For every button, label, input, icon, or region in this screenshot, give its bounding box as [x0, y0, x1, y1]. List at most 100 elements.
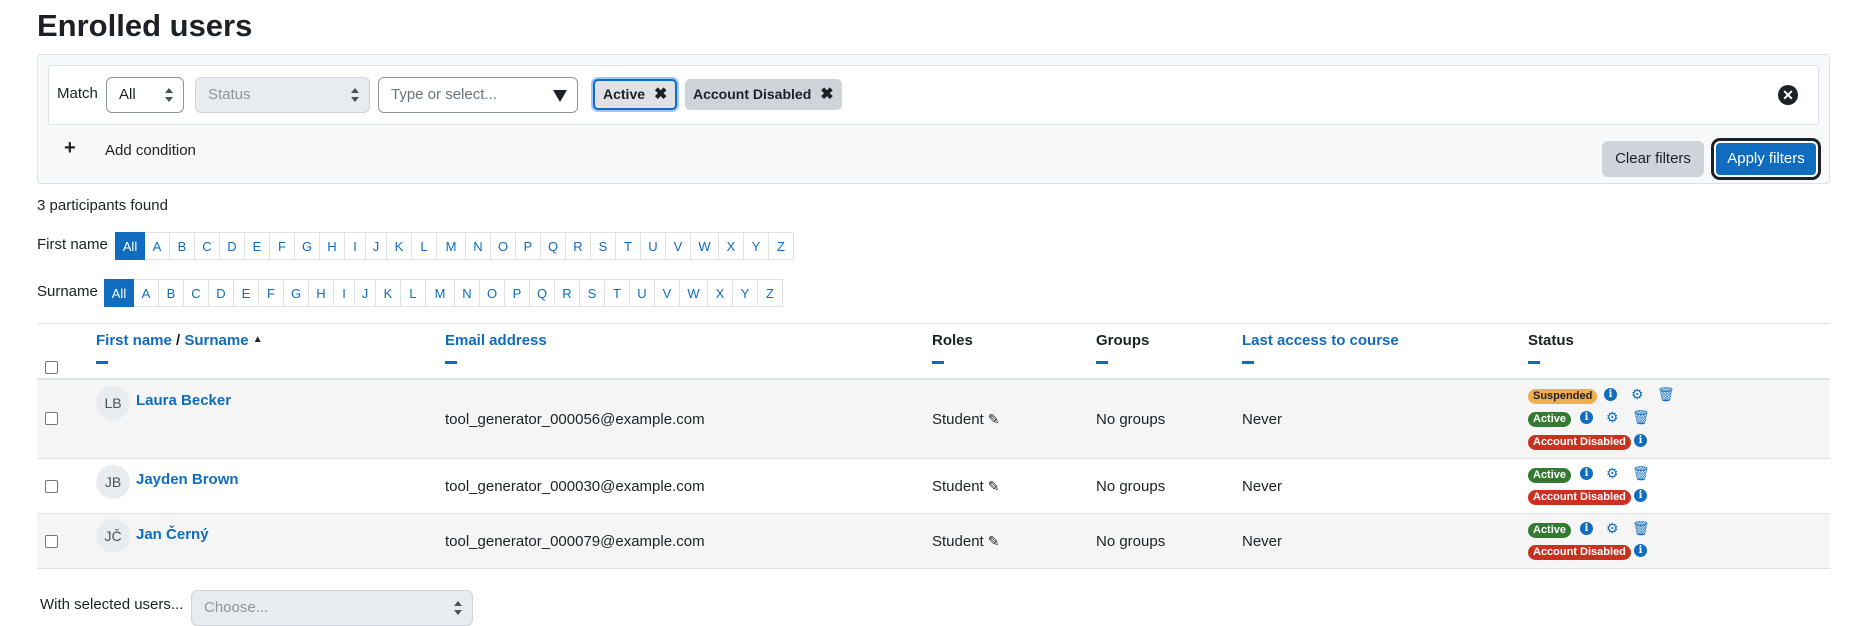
- initial-d[interactable]: D: [209, 279, 234, 307]
- unenrol-trash-icon[interactable]: 🗑: [1632, 466, 1650, 480]
- select-all-checkbox[interactable]: [45, 361, 58, 374]
- edit-roles-icon[interactable]: ✎: [988, 478, 1000, 495]
- edit-roles-icon[interactable]: ✎: [988, 411, 1000, 428]
- initial-d[interactable]: D: [220, 232, 245, 260]
- initial-n[interactable]: N: [466, 232, 491, 260]
- initial-v[interactable]: V: [655, 279, 680, 307]
- initial-f[interactable]: F: [259, 279, 284, 307]
- edit-roles-icon[interactable]: ✎: [988, 533, 1000, 550]
- enrolment-details-icon[interactable]: i: [1634, 489, 1647, 502]
- user-name-link[interactable]: Laura Becker: [136, 392, 231, 409]
- initial-k[interactable]: K: [376, 279, 401, 307]
- collapse-column-icon[interactable]: [1096, 361, 1108, 364]
- initial-k[interactable]: K: [387, 232, 412, 260]
- initial-i[interactable]: I: [345, 232, 366, 260]
- initial-t[interactable]: T: [616, 232, 641, 260]
- initial-o[interactable]: O: [491, 232, 516, 260]
- unenrol-trash-icon[interactable]: 🗑: [1657, 387, 1675, 401]
- collapse-column-icon[interactable]: [96, 361, 108, 364]
- initial-all[interactable]: All: [115, 232, 145, 260]
- match-select[interactable]: All: [106, 77, 184, 113]
- initial-s[interactable]: S: [580, 279, 605, 307]
- initial-g[interactable]: G: [295, 232, 320, 260]
- plus-icon[interactable]: +: [64, 137, 76, 160]
- initial-r[interactable]: R: [566, 232, 591, 260]
- initial-all[interactable]: All: [104, 279, 134, 307]
- initial-x[interactable]: X: [708, 279, 733, 307]
- edit-enrolment-gear-icon[interactable]: ⚙: [1606, 521, 1619, 535]
- apply-filters-button[interactable]: Apply filters: [1714, 141, 1818, 177]
- initial-i[interactable]: I: [334, 279, 355, 307]
- filter-chip-account-disabled[interactable]: Account Disabled ✖: [685, 79, 842, 110]
- sort-first-name[interactable]: First name: [96, 332, 172, 349]
- initial-p[interactable]: P: [505, 279, 530, 307]
- initial-b[interactable]: B: [170, 232, 195, 260]
- initial-m[interactable]: M: [437, 232, 466, 260]
- initial-z[interactable]: Z: [758, 279, 783, 307]
- initial-l[interactable]: L: [412, 232, 437, 260]
- edit-enrolment-gear-icon[interactable]: ⚙: [1606, 410, 1619, 424]
- initial-q[interactable]: Q: [530, 279, 555, 307]
- initial-g[interactable]: G: [284, 279, 309, 307]
- initial-e[interactable]: E: [245, 232, 270, 260]
- initial-c[interactable]: C: [184, 279, 209, 307]
- collapse-column-icon[interactable]: [445, 361, 457, 364]
- row-checkbox[interactable]: [45, 480, 58, 493]
- initial-u[interactable]: U: [630, 279, 655, 307]
- edit-enrolment-gear-icon[interactable]: ⚙: [1606, 466, 1619, 480]
- add-condition-button[interactable]: Add condition: [105, 142, 196, 159]
- user-name-link[interactable]: Jan Černý: [136, 526, 209, 543]
- sort-last-access[interactable]: Last access to course: [1242, 332, 1399, 349]
- remove-chip-icon[interactable]: ✖: [820, 86, 833, 103]
- remove-condition-icon[interactable]: ✕: [1778, 85, 1798, 105]
- dropdown-arrow-icon[interactable]: [553, 90, 567, 102]
- sort-surname[interactable]: Surname: [184, 332, 248, 349]
- initial-c[interactable]: C: [195, 232, 220, 260]
- initial-x[interactable]: X: [719, 232, 744, 260]
- initial-w[interactable]: W: [680, 279, 708, 307]
- initial-q[interactable]: Q: [541, 232, 566, 260]
- initial-l[interactable]: L: [401, 279, 426, 307]
- initial-s[interactable]: S: [591, 232, 616, 260]
- initial-h[interactable]: H: [320, 232, 345, 260]
- unenrol-trash-icon[interactable]: 🗑: [1632, 521, 1650, 535]
- collapse-column-icon[interactable]: [1242, 361, 1254, 364]
- initial-z[interactable]: Z: [769, 232, 794, 260]
- initial-h[interactable]: H: [309, 279, 334, 307]
- initial-t[interactable]: T: [605, 279, 630, 307]
- unenrol-trash-icon[interactable]: 🗑: [1632, 410, 1650, 424]
- clear-filters-button[interactable]: Clear filters: [1602, 141, 1704, 177]
- initial-e[interactable]: E: [234, 279, 259, 307]
- initial-b[interactable]: B: [159, 279, 184, 307]
- initial-u[interactable]: U: [641, 232, 666, 260]
- enrolment-details-icon[interactable]: i: [1604, 388, 1617, 401]
- initial-r[interactable]: R: [555, 279, 580, 307]
- bulk-action-select[interactable]: Choose...: [191, 590, 473, 626]
- enrolment-details-icon[interactable]: i: [1634, 544, 1647, 557]
- edit-enrolment-gear-icon[interactable]: ⚙: [1631, 387, 1644, 401]
- type-or-select-combobox[interactable]: Type or select...: [378, 77, 578, 113]
- initial-w[interactable]: W: [691, 232, 719, 260]
- initial-v[interactable]: V: [666, 232, 691, 260]
- initial-n[interactable]: N: [455, 279, 480, 307]
- sort-email[interactable]: Email address: [445, 332, 547, 349]
- enrolment-details-icon[interactable]: i: [1580, 411, 1593, 424]
- filter-chip-active[interactable]: Active ✖: [593, 79, 678, 110]
- initial-y[interactable]: Y: [744, 232, 769, 260]
- initial-a[interactable]: A: [145, 232, 170, 260]
- row-checkbox[interactable]: [45, 535, 58, 548]
- enrolment-details-icon[interactable]: i: [1580, 467, 1593, 480]
- initial-a[interactable]: A: [134, 279, 159, 307]
- enrolment-details-icon[interactable]: i: [1580, 522, 1593, 535]
- enrolment-details-icon[interactable]: i: [1634, 434, 1647, 447]
- initial-m[interactable]: M: [426, 279, 455, 307]
- initial-j[interactable]: J: [366, 232, 387, 260]
- status-select[interactable]: Status: [195, 77, 370, 113]
- user-name-link[interactable]: Jayden Brown: [136, 471, 239, 488]
- remove-chip-icon[interactable]: ✖: [654, 86, 667, 103]
- initial-j[interactable]: J: [355, 279, 376, 307]
- collapse-column-icon[interactable]: [932, 361, 944, 364]
- initial-y[interactable]: Y: [733, 279, 758, 307]
- initial-f[interactable]: F: [270, 232, 295, 260]
- initial-o[interactable]: O: [480, 279, 505, 307]
